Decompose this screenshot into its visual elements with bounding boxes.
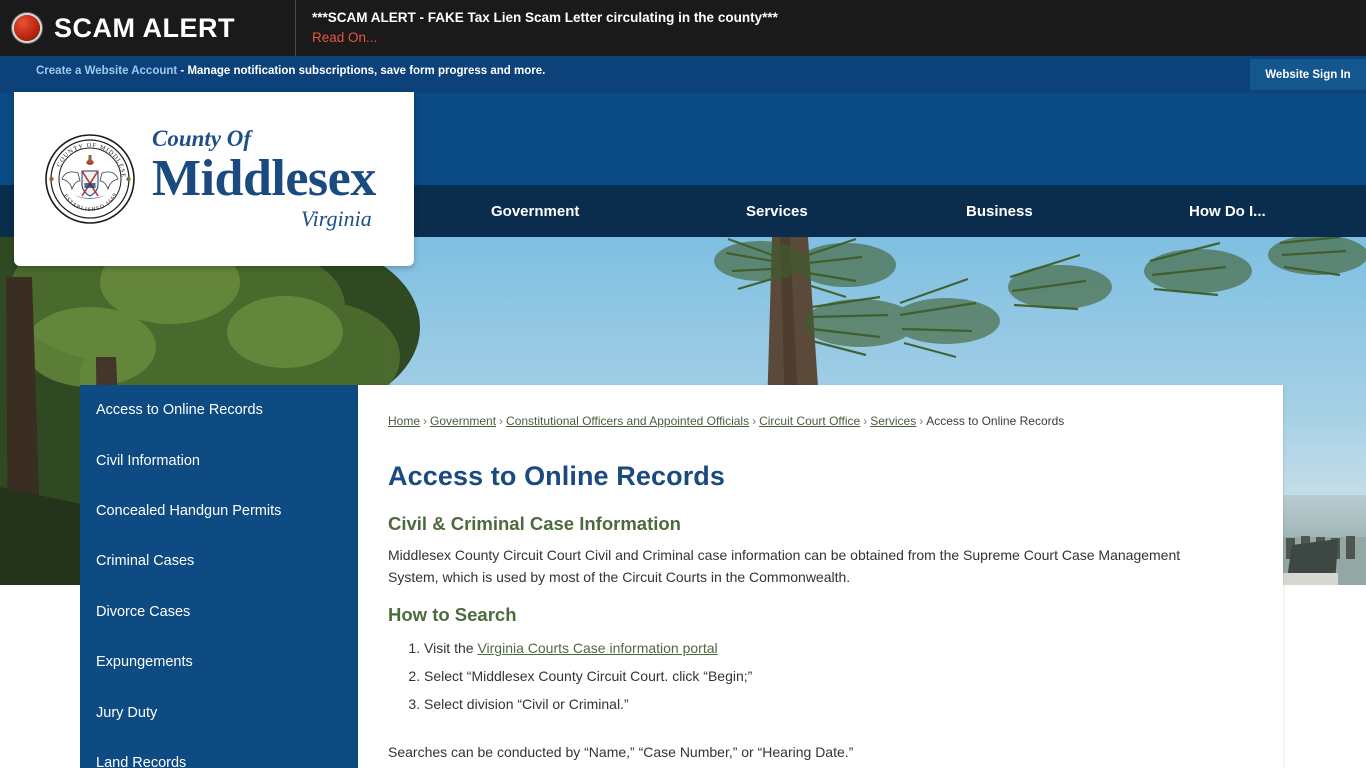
section-heading-how-to-search: How to Search (388, 604, 517, 625)
logo-line-virginia: Virginia (300, 206, 372, 231)
breadcrumb-separator: › (423, 414, 428, 428)
county-seal-icon: COUNTY OF MIDDLESEX ESTABLISHED 1669 (44, 133, 135, 224)
nav-item-government[interactable]: Government (491, 185, 579, 237)
sidebar-item-criminal-cases[interactable]: Criminal Cases (80, 536, 358, 586)
how-to-search-steps: Visit the Virginia Courts Case informati… (388, 638, 1218, 714)
breadcrumb-item-constitutional-officers[interactable]: Constitutional Officers and Appointed Of… (506, 414, 749, 428)
nav-item-how-do-i[interactable]: How Do I... (1189, 185, 1266, 237)
read-on-link[interactable]: Read On... (312, 27, 377, 49)
breadcrumb-separator: › (499, 414, 504, 428)
logo-line-middlesex: Middlesex (152, 150, 376, 207)
scam-alert-message: ***SCAM ALERT - FAKE Tax Lien Scam Lette… (312, 9, 778, 25)
list-item: Select “Middlesex County Circuit Court. … (424, 666, 1218, 686)
scam-alert-bar: SCAM ALERT ***SCAM ALERT - FAKE Tax Lien… (0, 0, 1366, 56)
breadcrumb-item-current: Access to Online Records (926, 414, 1065, 428)
breadcrumb-separator: › (919, 414, 924, 428)
website-sign-in-button[interactable]: Website Sign In (1250, 59, 1366, 90)
breadcrumb-separator: › (752, 414, 757, 428)
section-sidebar-menu: Access to Online Records Civil Informati… (80, 385, 358, 768)
step-text: Select “Middlesex County Circuit Court. … (424, 668, 753, 684)
page-title: Access to Online Records (388, 461, 726, 491)
list-item: Visit the Virginia Courts Case informati… (424, 638, 1218, 658)
scam-alert-brand: SCAM ALERT (0, 0, 296, 56)
account-bar: Create a Website Account - Manage notifi… (0, 56, 1366, 93)
search-methods-note: Searches can be conducted by “Name,” “Ca… (388, 744, 854, 760)
breadcrumb: Home › Government › Constitutional Officers … (388, 414, 1064, 428)
section-paragraph-civil-criminal: Middlesex County Circuit Court Civil and… (388, 547, 1181, 585)
breadcrumb-separator: › (863, 414, 868, 428)
sidebar-item-divorce-cases[interactable]: Divorce Cases (80, 587, 358, 637)
sidebar-item-jury-duty[interactable]: Jury Duty (80, 687, 358, 737)
list-item: Select division “Civil or Criminal.” (424, 694, 1218, 714)
step-text: Visit the (424, 640, 478, 656)
main-nav-items: Government Services Business How Do I... (420, 185, 1366, 237)
nav-item-services[interactable]: Services (746, 185, 808, 237)
logo-wordmark: County Of Middlesex Virginia (152, 126, 376, 232)
section-heading-civil-criminal: Civil & Criminal Case Information (388, 513, 681, 534)
nav-item-business[interactable]: Business (966, 185, 1033, 237)
breadcrumb-item-home[interactable]: Home (388, 414, 420, 428)
sidebar-item-civil-information[interactable]: Civil Information (80, 435, 358, 485)
red-orb-icon (14, 15, 40, 41)
sidebar-item-concealed-handgun-permits[interactable]: Concealed Handgun Permits (80, 486, 358, 536)
how-to-search-section: How to Search Visit the Virginia Courts … (388, 604, 1218, 722)
breadcrumb-item-circuit-court-office[interactable]: Circuit Court Office (759, 414, 860, 428)
breadcrumb-item-services[interactable]: Services (870, 414, 916, 428)
create-account-description: - Manage notification subscriptions, sav… (177, 65, 546, 77)
virginia-courts-portal-link[interactable]: Virginia Courts Case information portal (477, 640, 717, 656)
create-account-text: Create a Website Account - Manage notifi… (36, 65, 545, 77)
civil-criminal-section: Civil & Criminal Case Information Middle… (388, 513, 1218, 588)
sidebar-item-land-records[interactable]: Land Records (80, 738, 358, 768)
logo-line-county: County Of (152, 126, 252, 151)
scam-alert-title: SCAM ALERT (54, 12, 235, 43)
sidebar-item-expungements[interactable]: Expungements (80, 637, 358, 687)
site-logo[interactable]: COUNTY OF MIDDLESEX ESTABLISHED 1669 Cou… (14, 92, 414, 266)
breadcrumb-item-government[interactable]: Government (430, 414, 496, 428)
create-account-link[interactable]: Create a Website Account (36, 65, 177, 77)
scam-alert-content: ***SCAM ALERT - FAKE Tax Lien Scam Lette… (296, 8, 778, 49)
main-content-card: Home › Government › Constitutional Officers … (358, 385, 1283, 768)
step-text: Select division “Civil or Criminal.” (424, 696, 629, 712)
sidebar-item-access-to-online-records[interactable]: Access to Online Records (80, 385, 358, 435)
